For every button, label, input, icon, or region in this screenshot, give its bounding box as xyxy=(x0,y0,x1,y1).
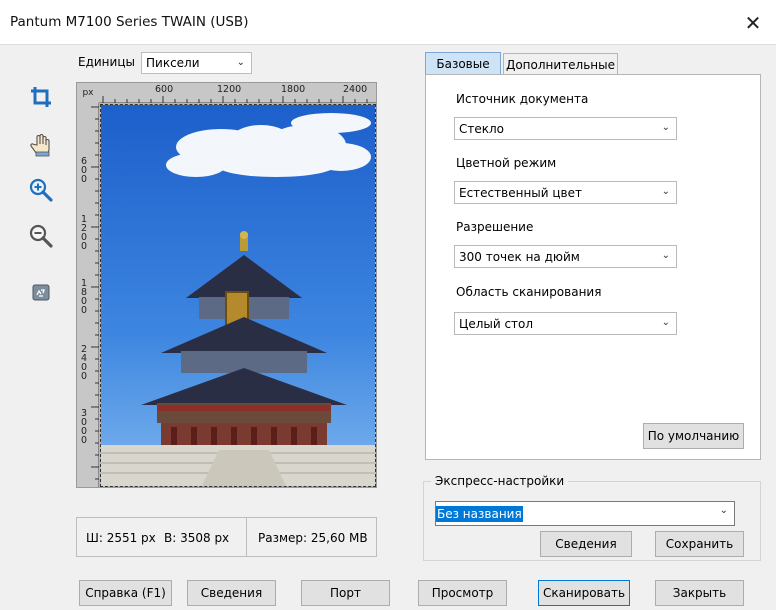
image-height: В: 3508 px xyxy=(164,531,230,545)
window-title: Pantum M7100 Series TWAIN (USB) xyxy=(10,14,249,30)
source-value: Стекло xyxy=(459,122,505,136)
hand-icon[interactable] xyxy=(26,130,56,160)
help-button[interactable]: Справка (F1) xyxy=(79,580,172,606)
zoom-out-icon[interactable] xyxy=(26,221,56,251)
close-window-button[interactable]: ✕ xyxy=(739,9,767,37)
ruler-left-tick: 2400 xyxy=(80,344,88,382)
preset-details-button[interactable]: Сведения xyxy=(540,531,632,557)
express-preset-value: Без названия xyxy=(436,506,523,522)
zoom-in-icon[interactable] xyxy=(26,175,56,205)
scan-area-label: Область сканирования xyxy=(456,285,602,299)
ruler-top: 600 1200 1800 2400 xyxy=(99,83,376,103)
image-size: Размер: 25,60 MB xyxy=(258,531,368,545)
scan-area-select[interactable]: Целый стол ⌄ xyxy=(454,312,677,335)
close-button[interactable]: Закрыть xyxy=(655,580,744,606)
source-label: Источник документа xyxy=(456,92,589,106)
ruler-left-tick: 1800 xyxy=(80,278,88,316)
preset-save-button[interactable]: Сохранить xyxy=(655,531,744,557)
default-button[interactable]: По умолчанию xyxy=(643,423,744,449)
scan-button[interactable]: Сканировать xyxy=(538,580,630,606)
ruler-top-tick: 1800 xyxy=(281,84,306,95)
title-bar: Pantum M7100 Series TWAIN (USB) ✕ xyxy=(0,0,776,44)
preview-button[interactable]: Просмотр xyxy=(418,580,507,606)
ruler-top-tick: 1200 xyxy=(217,84,242,95)
units-value: Пиксели xyxy=(146,56,200,70)
chevron-down-icon: ⌄ xyxy=(661,186,670,197)
info-divider xyxy=(246,518,247,556)
tab-advanced[interactable]: Дополнительные xyxy=(503,53,618,75)
ruler-left-tick: 600 xyxy=(80,156,88,185)
resolution-select[interactable]: 300 точек на дюйм ⌄ xyxy=(454,245,677,268)
resolution-value: 300 точек на дюйм xyxy=(459,250,580,264)
image-width: Ш: 2551 px xyxy=(86,531,156,545)
chevron-down-icon: ⌄ xyxy=(661,250,670,261)
express-settings-legend: Экспресс-настройки xyxy=(431,474,569,488)
ruler-unit: px xyxy=(77,83,99,103)
ruler-top-tick: 2400 xyxy=(343,84,368,95)
units-select[interactable]: Пиксели ⌄ xyxy=(141,52,252,74)
ruler-left: 600 1200 1800 2400 3000 xyxy=(77,103,99,487)
details-button[interactable]: Сведения xyxy=(187,580,276,606)
chevron-down-icon: ⌄ xyxy=(719,505,728,516)
color-mode-select[interactable]: Естественный цвет ⌄ xyxy=(454,181,677,204)
ruler-left-tick: 3000 xyxy=(80,408,88,446)
units-label: Единицы xyxy=(78,55,135,69)
color-mode-label: Цветной режим xyxy=(456,156,557,170)
port-button[interactable]: Порт xyxy=(301,580,390,606)
source-select[interactable]: Стекло ⌄ xyxy=(454,117,677,140)
chevron-down-icon: ⌄ xyxy=(661,122,670,133)
recycle-icon[interactable] xyxy=(26,277,56,307)
scan-preview-image[interactable] xyxy=(100,104,376,487)
chevron-down-icon: ⌄ xyxy=(661,317,670,328)
tab-basic[interactable]: Базовые xyxy=(425,52,501,75)
ruler-left-tick: 1200 xyxy=(80,214,88,252)
resolution-label: Разрешение xyxy=(456,220,534,234)
crop-icon[interactable] xyxy=(26,82,56,112)
scan-area-value: Целый стол xyxy=(459,317,534,331)
color-mode-value: Естественный цвет xyxy=(459,186,582,200)
ruler-top-tick: 600 xyxy=(155,84,174,95)
chevron-down-icon: ⌄ xyxy=(236,57,245,68)
